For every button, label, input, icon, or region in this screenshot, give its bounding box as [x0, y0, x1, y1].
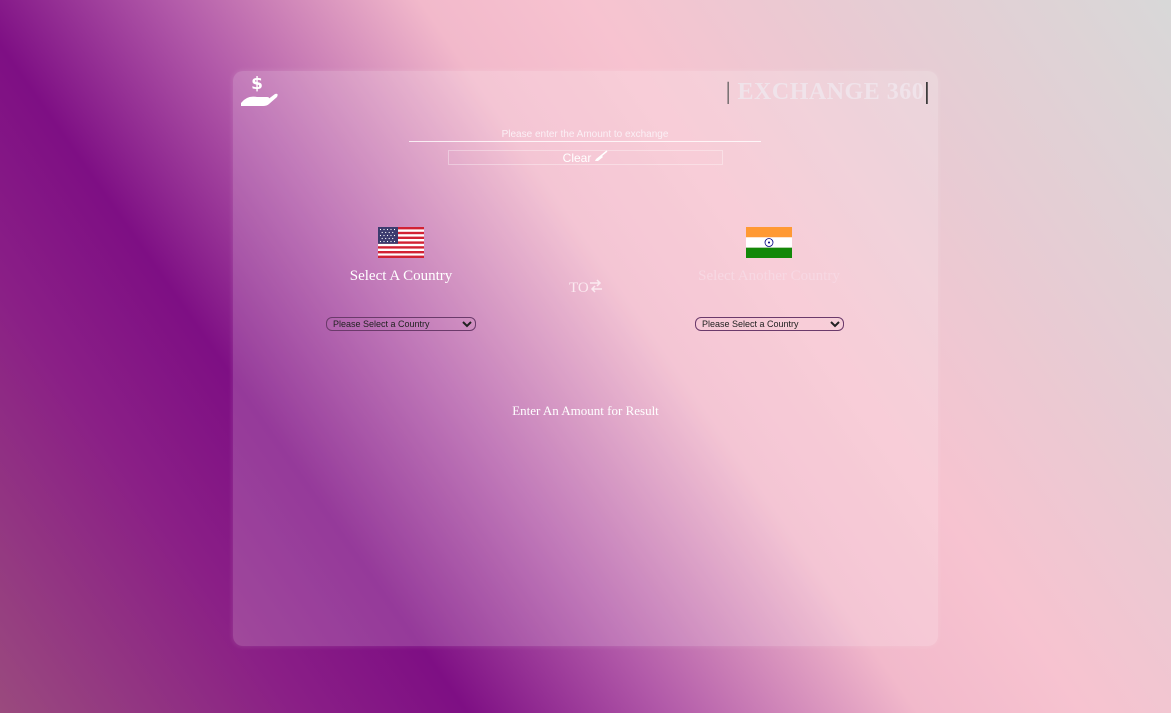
- money-hand-icon: $: [239, 73, 279, 109]
- brand-left-bar: |: [725, 79, 732, 105]
- to-country-select[interactable]: Please Select a Country: [695, 317, 844, 331]
- broom-icon: [594, 150, 608, 165]
- swap-arrows-icon: [589, 279, 603, 298]
- from-country-label: Select A Country: [349, 268, 453, 284]
- converter-card: $ | EXCHANGE 360| Clear: [233, 71, 938, 646]
- to-country-block: Select Another Country: [669, 227, 869, 285]
- clear-button[interactable]: Clear: [448, 150, 723, 165]
- swap-label: TO: [569, 280, 589, 296]
- svg-text:$: $: [251, 74, 263, 94]
- to-country-label: Select Another Country: [698, 268, 840, 284]
- from-country-select[interactable]: Please Select a Country: [326, 317, 476, 331]
- clear-button-label: Clear: [562, 150, 592, 165]
- amount-input[interactable]: [409, 127, 761, 142]
- us-flag-icon: [378, 227, 424, 258]
- brand-name: EXCHANGE 360: [737, 79, 925, 105]
- from-country-block: Select A Country: [301, 227, 501, 285]
- brand-right-bar: |: [924, 79, 930, 105]
- india-flag-icon: [746, 227, 792, 258]
- brand-title: | EXCHANGE 360|: [726, 79, 930, 106]
- swap-button[interactable]: TO: [569, 279, 603, 298]
- result-text: Enter An Amount for Result: [512, 403, 659, 418]
